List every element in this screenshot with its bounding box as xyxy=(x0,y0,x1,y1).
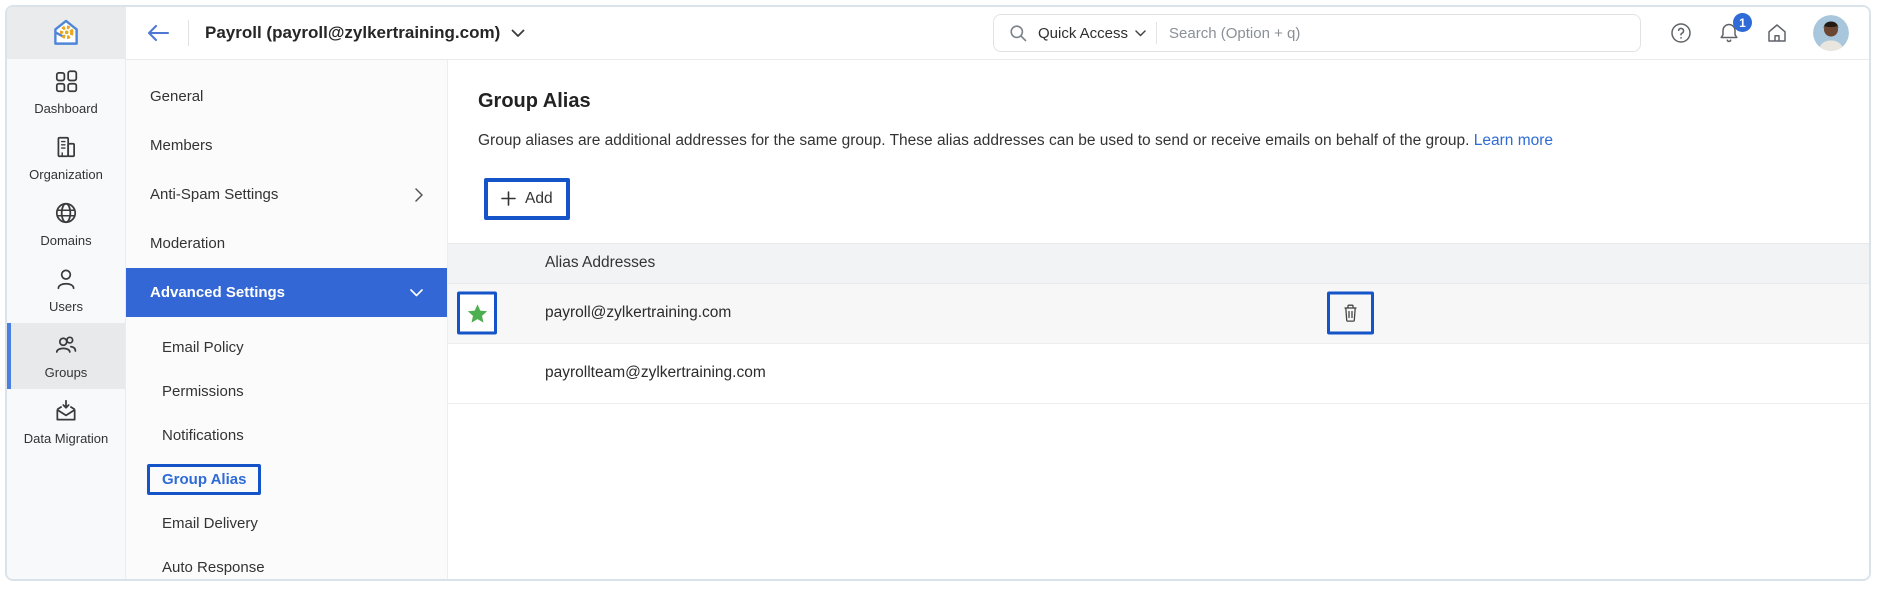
column-header-alias-addresses: Alias Addresses xyxy=(545,254,655,272)
menu-item-moderation[interactable]: Moderation xyxy=(126,219,447,268)
mail-admin-logo-icon xyxy=(49,16,83,50)
delete-button-annotation-box xyxy=(1327,292,1374,335)
sidebar-item-organization[interactable]: Organization xyxy=(7,125,125,191)
table-header-row: Alias Addresses xyxy=(448,243,1869,284)
sidebar-item-data-migration[interactable]: Data Migration xyxy=(7,389,125,455)
add-button-label: Add xyxy=(525,190,553,208)
menu-item-label: Advanced Settings xyxy=(150,284,285,301)
search-divider xyxy=(1156,22,1157,44)
submenu-item-group-alias[interactable]: Group Alias xyxy=(126,457,447,501)
panel-description: Group aliases are additional addresses f… xyxy=(478,130,1839,152)
sidebar-item-dashboard[interactable]: Dashboard xyxy=(7,59,125,125)
plus-icon xyxy=(501,191,516,206)
learn-more-link[interactable]: Learn more xyxy=(1474,132,1553,149)
alias-addresses-table: Alias Addresses payroll@zylkertraining.c… xyxy=(448,243,1869,404)
search-icon xyxy=(1008,23,1028,43)
primary-sidebar: Dashboard Organization Domains Users xyxy=(7,7,126,579)
user-avatar[interactable] xyxy=(1813,15,1849,51)
back-arrow-icon xyxy=(144,21,172,45)
sidebar-item-label: Dashboard xyxy=(34,101,98,117)
primary-star-icon xyxy=(467,303,488,323)
table-row: payroll@zylkertraining.com xyxy=(448,284,1869,344)
group-title-dropdown[interactable]: Payroll (payroll@zylkertraining.com) xyxy=(205,23,525,43)
quick-access-dropdown[interactable]: Quick Access xyxy=(1038,25,1146,42)
submenu-item-auto-response[interactable]: Auto Response xyxy=(126,545,447,579)
notification-badge: 1 xyxy=(1733,13,1752,32)
sidebar-item-label: Users xyxy=(49,299,83,315)
notifications-button[interactable]: 1 xyxy=(1717,21,1741,45)
app-logo[interactable] xyxy=(7,7,125,59)
menu-item-label: Anti-Spam Settings xyxy=(150,186,278,203)
menu-item-advanced-settings[interactable]: Advanced Settings xyxy=(126,268,447,317)
delete-alias-button[interactable] xyxy=(1341,303,1360,324)
submenu-item-email-policy[interactable]: Email Policy xyxy=(126,325,447,369)
submenu-item-permissions[interactable]: Permissions xyxy=(126,369,447,413)
sidebar-item-domains[interactable]: Domains xyxy=(7,191,125,257)
menu-item-label: Moderation xyxy=(150,235,225,252)
home-button[interactable] xyxy=(1765,21,1789,45)
advanced-settings-submenu: Email Policy Permissions Notifications G… xyxy=(126,317,447,579)
topbar-icons: 1 xyxy=(1669,15,1849,51)
submenu-item-label: Permissions xyxy=(162,383,244,400)
domains-icon xyxy=(53,200,79,226)
search-bar[interactable]: Quick Access xyxy=(993,14,1641,52)
chevron-down-icon xyxy=(410,289,423,297)
alias-address-value: payrollteam@zylkertraining.com xyxy=(545,364,766,382)
table-row: payrollteam@zylkertraining.com xyxy=(448,344,1869,404)
help-icon xyxy=(1669,21,1693,45)
trash-icon xyxy=(1341,303,1360,324)
group-alias-annotation-box[interactable]: Group Alias xyxy=(147,464,261,495)
primary-star-annotation-box xyxy=(457,292,497,335)
group-alias-panel: Group Alias Group aliases are additional… xyxy=(448,60,1869,579)
body-row: General Members Anti-Spam Settings Moder… xyxy=(126,60,1869,579)
chevron-down-icon xyxy=(511,29,525,38)
topbar: Payroll (payroll@zylkertraining.com) Qui… xyxy=(126,7,1869,60)
group-settings-menu: General Members Anti-Spam Settings Moder… xyxy=(126,60,448,579)
sidebar-item-label: Groups xyxy=(45,365,88,381)
sidebar-item-label: Data Migration xyxy=(24,431,109,447)
organization-icon xyxy=(53,134,79,160)
data-migration-icon xyxy=(53,398,79,424)
search-input[interactable] xyxy=(1167,24,1626,43)
description-text: Group aliases are additional addresses f… xyxy=(478,132,1469,149)
home-icon xyxy=(1765,21,1789,45)
sidebar-item-label: Organization xyxy=(29,167,103,183)
users-icon xyxy=(53,266,79,292)
groups-icon xyxy=(53,332,79,358)
app-window: Dashboard Organization Domains Users xyxy=(5,5,1871,581)
add-alias-button[interactable]: Add xyxy=(488,182,566,216)
menu-item-anti-spam-settings[interactable]: Anti-Spam Settings xyxy=(126,170,447,219)
submenu-item-label: Email Policy xyxy=(162,339,244,356)
menu-item-label: General xyxy=(150,88,203,105)
alias-address-value: payroll@zylkertraining.com xyxy=(545,304,731,322)
quick-access-label: Quick Access xyxy=(1038,25,1128,42)
submenu-item-notifications[interactable]: Notifications xyxy=(126,413,447,457)
sidebar-item-users[interactable]: Users xyxy=(7,257,125,323)
panel-title: Group Alias xyxy=(478,90,1869,113)
menu-item-general[interactable]: General xyxy=(126,72,447,121)
dashboard-icon xyxy=(53,68,79,94)
page-title: Payroll (payroll@zylkertraining.com) xyxy=(205,23,500,43)
avatar-image xyxy=(1813,15,1849,51)
add-button-annotation-box: Add xyxy=(484,178,570,220)
menu-item-members[interactable]: Members xyxy=(126,121,447,170)
chevron-down-icon xyxy=(1135,30,1146,37)
submenu-item-label: Email Delivery xyxy=(162,515,258,532)
menu-item-label: Members xyxy=(150,137,213,154)
submenu-item-email-delivery[interactable]: Email Delivery xyxy=(126,501,447,545)
help-button[interactable] xyxy=(1669,21,1693,45)
sidebar-item-groups[interactable]: Groups xyxy=(7,323,125,389)
right-region: Payroll (payroll@zylkertraining.com) Qui… xyxy=(126,7,1869,579)
submenu-item-label: Notifications xyxy=(162,427,244,444)
sidebar-item-label: Domains xyxy=(40,233,91,249)
submenu-item-label: Auto Response xyxy=(162,559,265,576)
back-button[interactable] xyxy=(144,21,172,45)
topbar-divider xyxy=(188,20,189,46)
chevron-right-icon xyxy=(415,188,423,202)
